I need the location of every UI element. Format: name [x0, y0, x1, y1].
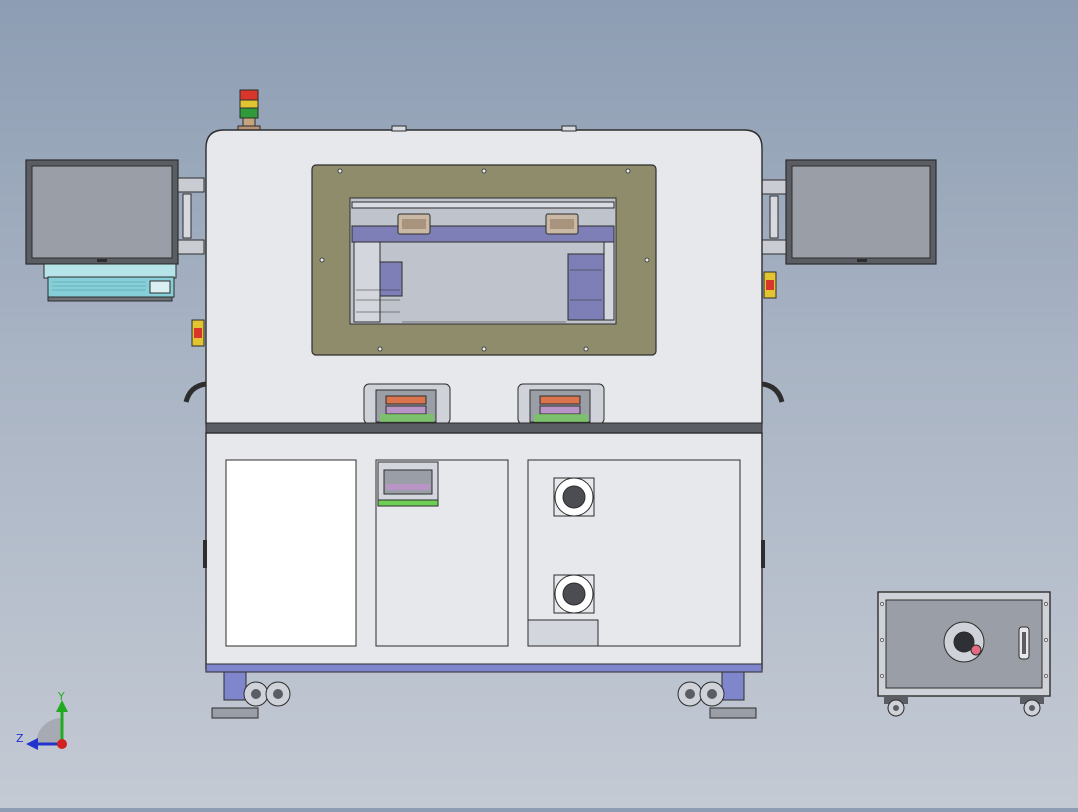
- right-process-head: [517, 383, 605, 425]
- right-monitor-screen: [791, 165, 931, 259]
- z-axis-label: Z: [16, 732, 24, 745]
- left-monitor: [25, 159, 205, 265]
- cooling-fan-lower: [553, 574, 595, 614]
- left-monitor-screen: [31, 165, 173, 259]
- keyboard-tray: [43, 263, 177, 302]
- right-caster-assembly: [677, 671, 757, 719]
- machine-lower-cabinet: [203, 432, 765, 673]
- assembly-drawing: Y Z: [16, 89, 1051, 750]
- auxiliary-box-unit: [877, 591, 1051, 717]
- y-axis-label: Y: [57, 690, 65, 703]
- left-door-panel: [225, 459, 357, 647]
- right-monitor: [761, 159, 937, 265]
- cooling-fan-upper: [553, 477, 595, 517]
- x-axis-dot: [57, 739, 67, 749]
- cad-viewport[interactable]: Y Z: [0, 0, 1078, 808]
- coordinate-triad: Y Z: [16, 690, 68, 750]
- left-caster-assembly: [211, 671, 291, 719]
- left-process-head: [363, 383, 451, 425]
- signal-tower: [237, 89, 261, 133]
- viewing-window: [311, 164, 657, 356]
